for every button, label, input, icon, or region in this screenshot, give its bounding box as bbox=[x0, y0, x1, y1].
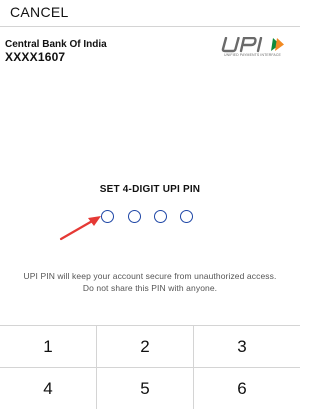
keypad-divider bbox=[96, 325, 97, 409]
security-info-line-1: UPI PIN will keep your account secure fr… bbox=[23, 271, 277, 281]
key-3[interactable]: 3 bbox=[194, 326, 290, 367]
upi-logo-mark bbox=[221, 37, 284, 53]
key-4[interactable]: 4 bbox=[0, 368, 96, 409]
annotation-arrow-icon bbox=[59, 216, 101, 241]
bank-name: Central Bank Of India bbox=[5, 39, 107, 50]
key-1[interactable]: 1 bbox=[0, 326, 96, 367]
pin-digit-4[interactable] bbox=[180, 210, 193, 223]
upi-pin-screen: CANCEL Central Bank Of India XXXX1607 UN… bbox=[0, 0, 300, 409]
pin-title: SET 4-DIGIT UPI PIN bbox=[99, 184, 201, 195]
header-divider bbox=[0, 26, 300, 27]
keypad-row-2: 4 5 6 bbox=[0, 367, 300, 408]
key-5[interactable]: 5 bbox=[97, 368, 193, 409]
upi-tagline: UNIFIED PAYMENTS INTERFACE bbox=[224, 53, 281, 57]
key-6[interactable]: 6 bbox=[194, 368, 290, 409]
key-2[interactable]: 2 bbox=[97, 326, 193, 367]
keypad-row-1: 1 2 3 bbox=[0, 325, 300, 366]
pin-digit-2[interactable] bbox=[128, 210, 141, 223]
pin-digit-3[interactable] bbox=[154, 210, 167, 223]
account-number: XXXX1607 bbox=[5, 50, 66, 64]
keypad-divider bbox=[193, 325, 194, 409]
security-info-line-2: Do not share this PIN with anyone. bbox=[82, 283, 218, 293]
cancel-button[interactable]: CANCEL bbox=[10, 4, 69, 20]
upi-logo: UNIFIED PAYMENTS INTERFACE bbox=[218, 37, 298, 61]
numeric-keypad: 1 2 3 4 5 6 bbox=[0, 325, 300, 409]
